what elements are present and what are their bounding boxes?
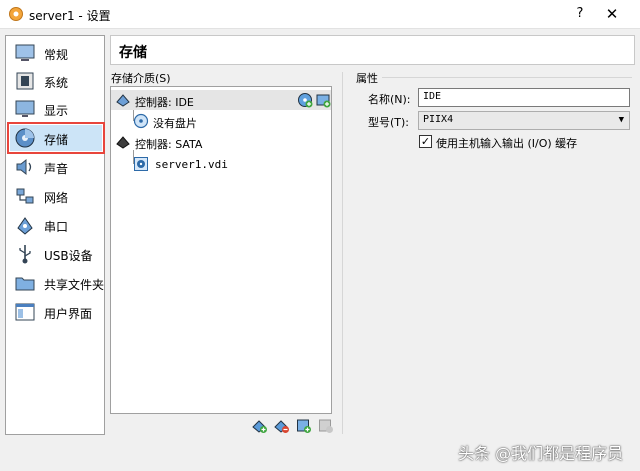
page-header: 存储	[110, 35, 635, 65]
settings-sidebar: 常规 系统 显示 存储 声音 网络 串口 USB设备 共享文件夹 用户界面	[5, 35, 105, 435]
sidebar-item-sound[interactable]: 声音	[10, 154, 102, 180]
page-title: 存储	[119, 45, 147, 61]
sidebar-item-label: 共享文件夹	[44, 278, 105, 292]
attributes-section-label: 属性	[356, 72, 378, 85]
storage-icon	[15, 128, 35, 148]
sidebar-item-network[interactable]: 网络	[10, 183, 102, 209]
sidebar-item-system[interactable]: 系统	[10, 68, 102, 94]
shared-folder-icon	[15, 277, 35, 291]
sidebar-item-label: 用户界面	[44, 307, 93, 321]
storage-toolbar	[252, 418, 334, 436]
window-title: server1 - 设置	[29, 9, 111, 23]
remove-attachment-icon[interactable]	[318, 418, 334, 434]
sidebar-item-label: 网络	[44, 191, 69, 205]
sidebar-item-shared-folders[interactable]: 共享文件夹	[10, 270, 105, 296]
tree-item-label: 没有盘片	[153, 117, 197, 130]
sound-icon	[16, 158, 32, 176]
panel-separator	[342, 72, 343, 434]
attributes-divider	[382, 77, 632, 78]
display-icon	[15, 100, 35, 117]
tree-item-server1-vdi[interactable]: server1.vdi	[111, 154, 331, 174]
sidebar-item-storage[interactable]: 存储	[7, 122, 105, 154]
title-bar: server1 - 设置 ? ✕	[0, 0, 640, 29]
serial-port-icon	[17, 217, 33, 235]
user-interface-icon	[15, 303, 35, 321]
tree-item-label: 控制器: IDE	[135, 96, 194, 109]
sidebar-item-label: 显示	[44, 104, 69, 118]
tree-item-ide-controller[interactable]: 控制器: IDE	[111, 90, 331, 110]
ide-controller-icon	[116, 94, 130, 107]
virtualbox-gear-icon	[9, 7, 23, 21]
sidebar-item-label: 系统	[44, 76, 69, 90]
sidebar-item-label: 声音	[44, 162, 69, 176]
general-icon	[15, 44, 35, 61]
sidebar-item-display[interactable]: 显示	[10, 96, 102, 122]
optical-disc-icon	[133, 113, 149, 129]
close-button[interactable]: ✕	[600, 4, 624, 24]
type-label: 型号(T):	[368, 116, 410, 129]
sidebar-item-serial-port[interactable]: 串口	[10, 212, 102, 238]
sidebar-item-usb[interactable]: USB设备	[10, 241, 102, 267]
sidebar-item-user-interface[interactable]: 用户界面	[10, 299, 102, 325]
add-controller-icon[interactable]	[252, 418, 268, 434]
add-attachment-icon[interactable]	[296, 418, 312, 434]
name-label: 名称(N):	[368, 93, 411, 106]
use-host-io-cache-checkbox[interactable]: ✓	[419, 135, 432, 148]
tree-item-empty-disc[interactable]: 没有盘片	[111, 111, 331, 131]
system-icon	[16, 72, 34, 90]
help-button[interactable]: ?	[570, 4, 590, 24]
tree-item-label: server1.vdi	[155, 158, 228, 171]
sidebar-item-label: 存储	[44, 133, 69, 147]
tree-item-label: 控制器: SATA	[135, 138, 203, 151]
use-host-io-cache-label: 使用主机输入输出 (I/O) 缓存	[436, 137, 578, 150]
chevron-down-icon: ▼	[618, 115, 624, 125]
remove-controller-icon[interactable]	[274, 418, 290, 434]
type-select-value: PIIX4	[423, 114, 454, 125]
type-select[interactable]: PIIX4 ▼	[418, 111, 630, 130]
tree-item-sata-controller[interactable]: 控制器: SATA	[111, 132, 331, 152]
add-optical-drive-icon[interactable]	[297, 92, 313, 108]
network-icon	[16, 188, 34, 204]
sidebar-item-general[interactable]: 常规	[10, 40, 102, 66]
storage-media-label: 存储介质(S)	[111, 72, 171, 85]
sidebar-item-label: USB设备	[44, 249, 93, 263]
hard-disk-icon	[134, 157, 148, 171]
usb-icon	[19, 245, 31, 264]
sidebar-item-label: 串口	[44, 220, 69, 234]
watermark: 头条 @我们都是程序员	[458, 444, 624, 463]
storage-tree[interactable]: 控制器: IDE 没有盘片 控制器: SATA server1.vdi	[110, 86, 332, 414]
name-field[interactable]: IDE	[418, 88, 630, 107]
sata-controller-icon	[116, 136, 130, 149]
add-hard-disk-icon[interactable]	[315, 92, 331, 108]
sidebar-item-label: 常规	[44, 48, 69, 62]
